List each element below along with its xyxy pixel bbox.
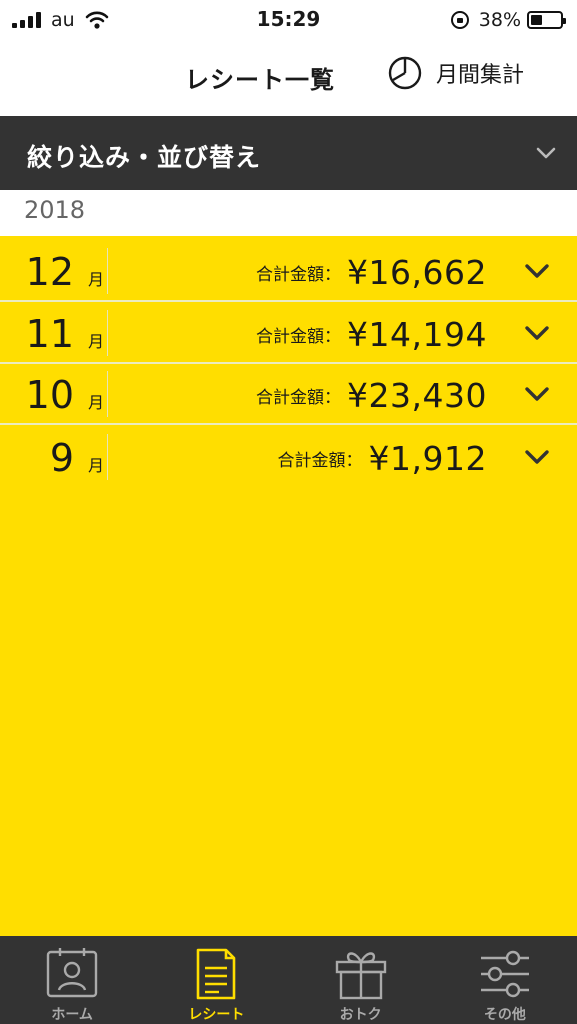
- total-amount: ¥23,430: [347, 375, 487, 415]
- total-amount: ¥16,662: [347, 252, 487, 292]
- month-list: 12 月 合計金額： ¥16,662 11 月 合計金額： ¥14,194 10…: [0, 236, 577, 936]
- sliders-icon: [480, 950, 529, 998]
- row-divider: [107, 434, 108, 480]
- filter-sort-bar[interactable]: 絞り込み・並び替え: [0, 116, 577, 190]
- tab-home[interactable]: ホーム: [0, 936, 144, 1024]
- month-total: 合計金額： ¥14,194: [256, 312, 487, 356]
- nav-header: レシート一覧 月間集計: [0, 40, 577, 116]
- month-total: 合計金額： ¥1,912: [278, 436, 487, 480]
- tab-receipt[interactable]: レシート: [144, 936, 288, 1024]
- month-number: 11: [25, 312, 74, 356]
- total-label: 合計金額：: [256, 264, 342, 285]
- tab-label: その他: [483, 1007, 526, 1023]
- month-number: 10: [25, 373, 74, 417]
- receipt-icon: [197, 948, 236, 1000]
- month-unit: 月: [88, 332, 105, 351]
- tab-label: おトク: [339, 1007, 382, 1023]
- status-right: 38%: [450, 8, 566, 32]
- battery-percent: 38%: [478, 9, 521, 31]
- tab-deals[interactable]: おトク: [289, 936, 433, 1024]
- expand-chevron-icon[interactable]: [524, 324, 550, 342]
- filter-sort-label: 絞り込み・並び替え: [27, 143, 262, 172]
- chevron-down-icon: [536, 147, 556, 159]
- battery-level-fill: [531, 15, 542, 25]
- month-unit: 月: [88, 270, 105, 289]
- month-unit: 月: [88, 456, 105, 475]
- gift-icon: [335, 952, 386, 1000]
- month-number: 12: [25, 250, 74, 294]
- monthly-summary-button[interactable]: 月間集計: [388, 56, 524, 90]
- tab-label: ホーム: [51, 1007, 93, 1023]
- home-person-icon: [46, 948, 98, 998]
- year-header: 2018: [24, 196, 86, 224]
- total-label: 合計金額：: [277, 450, 363, 471]
- total-label: 合計金額：: [256, 326, 342, 347]
- month-unit: 月: [88, 393, 105, 412]
- month-total: 合計金額： ¥23,430: [256, 373, 487, 417]
- row-divider: [107, 310, 108, 356]
- battery-icon: [527, 11, 566, 29]
- tab-bar: ホーム レシート おトク その他: [0, 936, 577, 1024]
- total-amount: ¥14,194: [347, 314, 487, 354]
- pie-chart-icon: [388, 56, 422, 90]
- row-divider: [107, 248, 108, 294]
- page-title: レシート一覧: [185, 66, 335, 94]
- expand-chevron-icon[interactable]: [524, 448, 550, 466]
- month-row[interactable]: 11 月 合計金額： ¥14,194: [0, 302, 577, 364]
- monthly-summary-label: 月間集計: [436, 63, 525, 88]
- month-number: 9: [49, 436, 74, 480]
- tab-other[interactable]: その他: [433, 936, 577, 1024]
- total-label: 合計金額：: [256, 387, 342, 408]
- row-divider: [107, 371, 108, 417]
- expand-chevron-icon[interactable]: [524, 262, 550, 280]
- total-amount: ¥1,912: [368, 438, 487, 478]
- tab-label: レシート: [188, 1007, 245, 1023]
- month-row[interactable]: 10 月 合計金額： ¥23,430: [0, 363, 577, 425]
- rotation-lock-icon: [450, 11, 469, 29]
- status-bar: au 15:29 38%: [0, 0, 577, 40]
- month-total: 合計金額： ¥16,662: [256, 250, 487, 294]
- month-row[interactable]: 9 月 合計金額： ¥1,912: [0, 426, 577, 488]
- month-row[interactable]: 12 月 合計金額： ¥16,662: [0, 240, 577, 302]
- expand-chevron-icon[interactable]: [524, 385, 550, 403]
